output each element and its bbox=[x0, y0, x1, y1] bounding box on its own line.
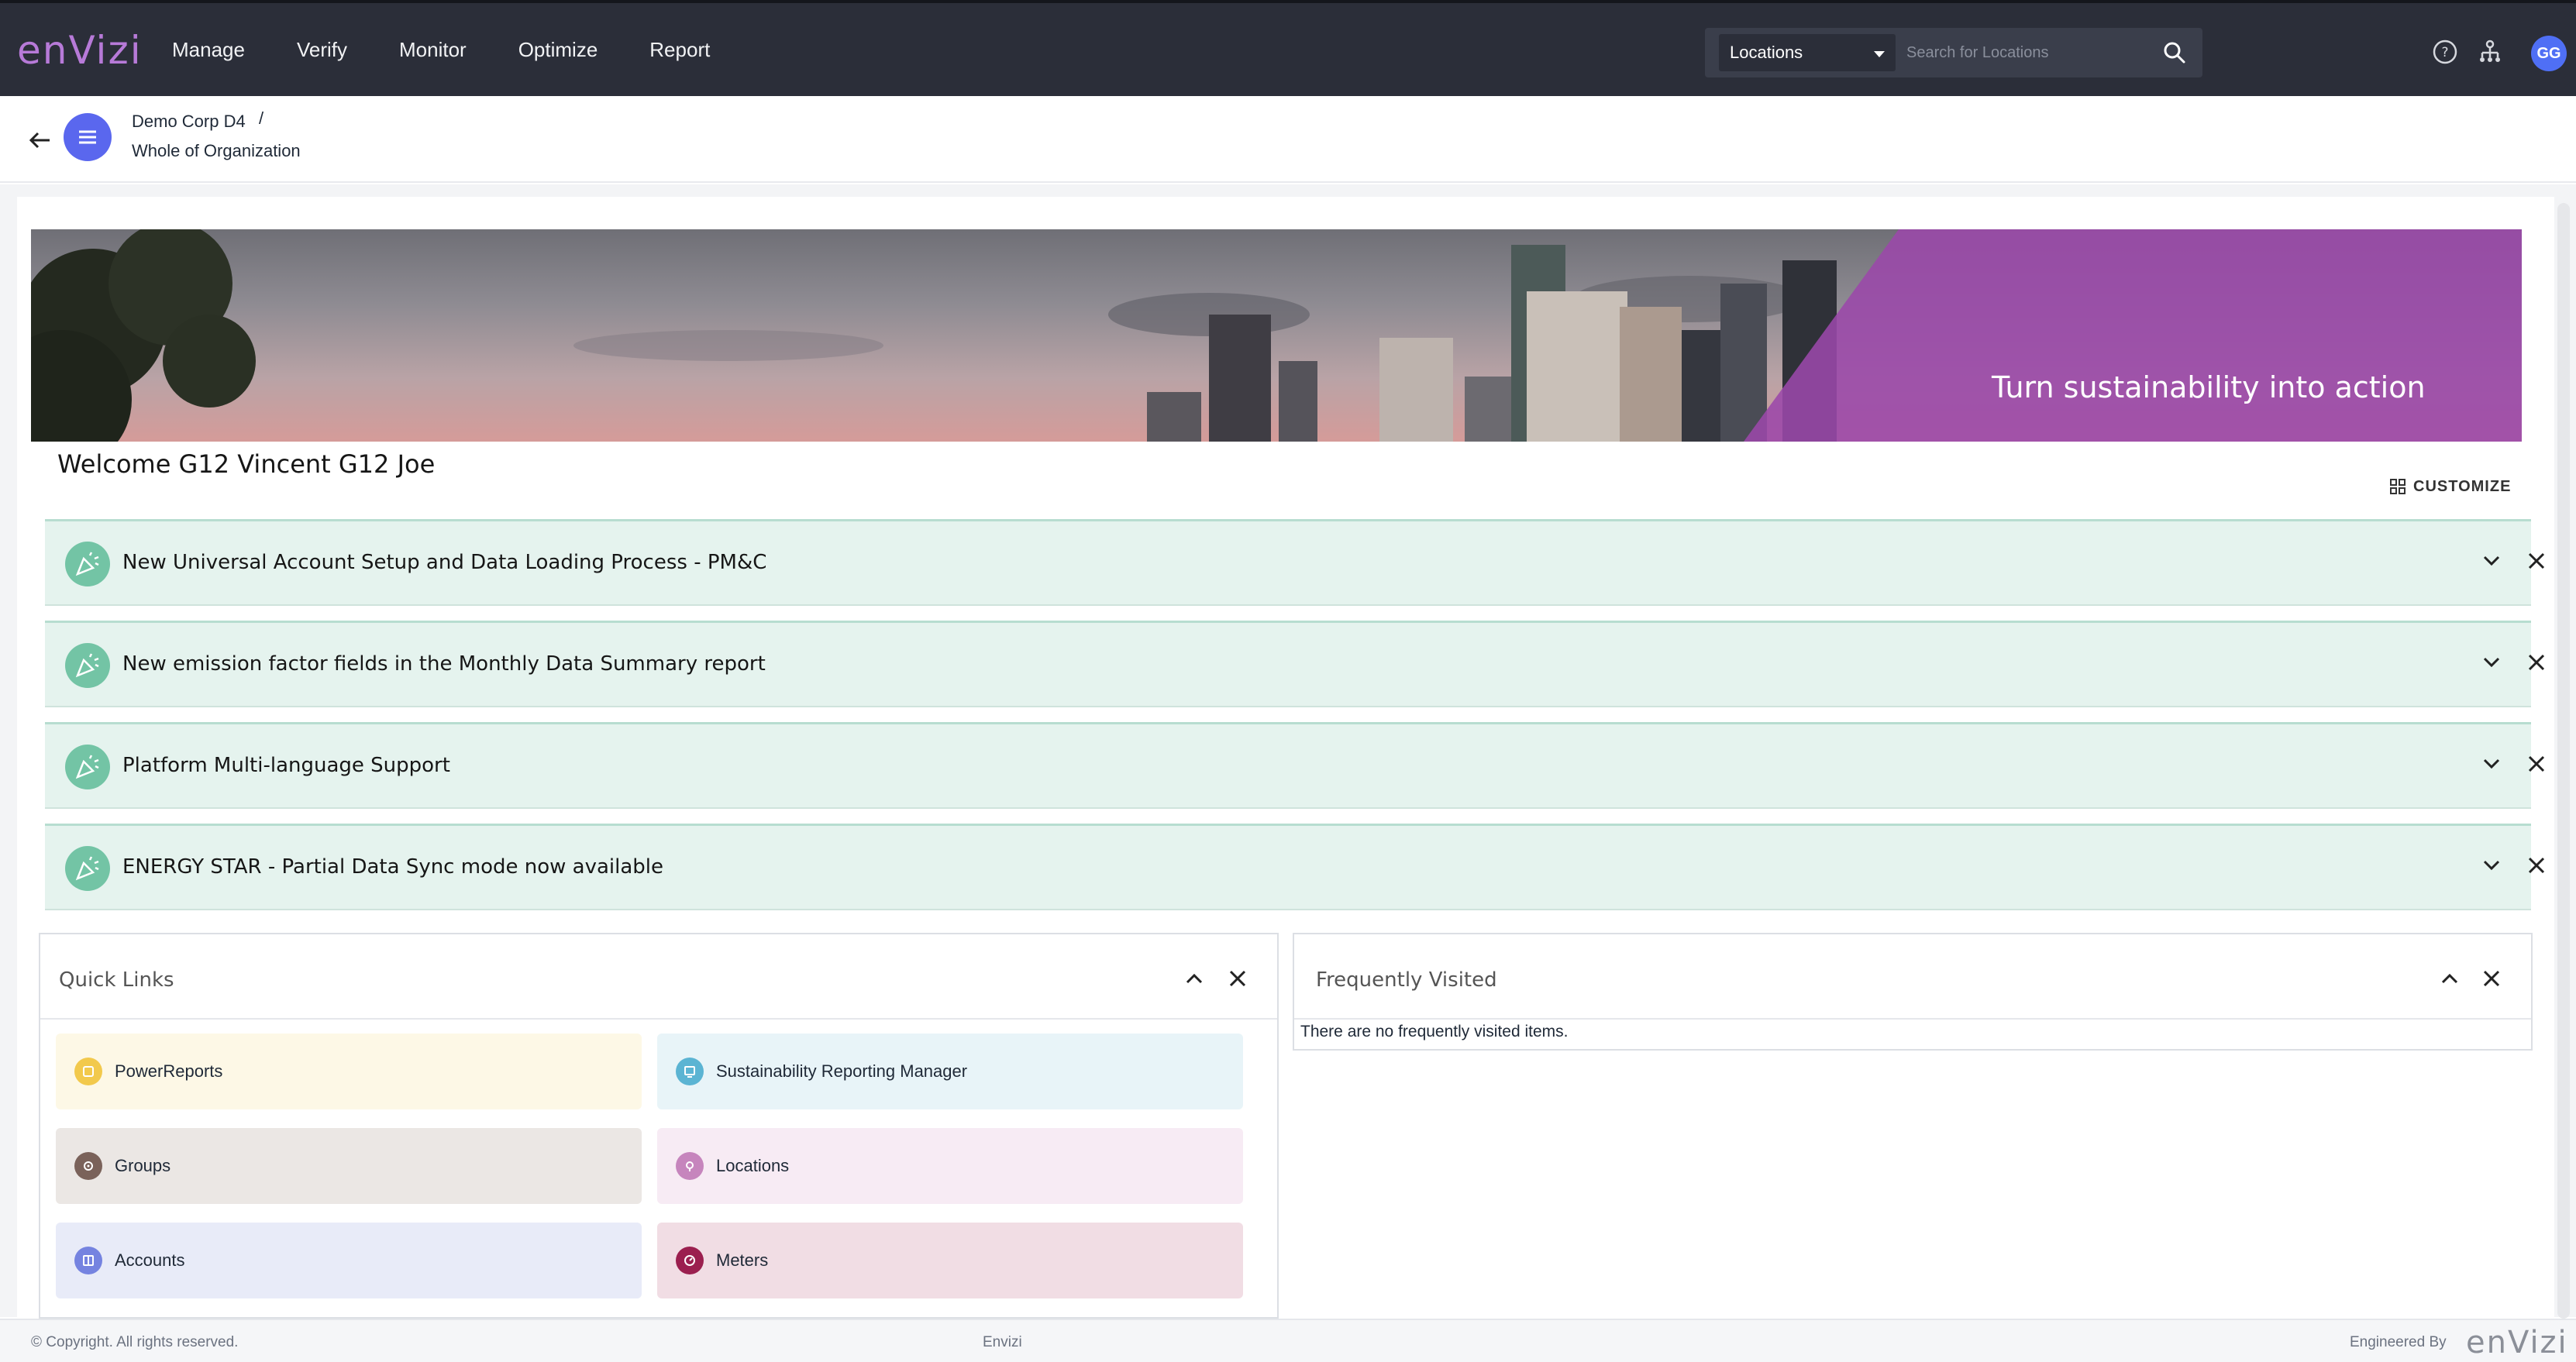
close-icon[interactable] bbox=[1226, 967, 1249, 990]
org-hierarchy-icon[interactable] bbox=[2477, 39, 2503, 65]
announcement-row[interactable]: New emission factor fields in the Monthl… bbox=[45, 621, 2545, 707]
search-bar: Locations bbox=[1705, 28, 2202, 77]
location-pin-icon bbox=[676, 1152, 704, 1180]
menu-icon bbox=[79, 130, 96, 144]
caret-down-icon bbox=[1874, 51, 1885, 57]
chevron-down-icon[interactable] bbox=[2480, 651, 2503, 674]
user-avatar[interactable]: GG bbox=[2531, 36, 2567, 71]
quick-link-label: Meters bbox=[716, 1250, 769, 1270]
hero-banner: Turn sustainability into action bbox=[31, 229, 2522, 442]
close-icon[interactable] bbox=[2480, 967, 2503, 990]
celebration-icon bbox=[65, 846, 110, 891]
search-icon[interactable] bbox=[2162, 40, 2187, 65]
nav-verify[interactable]: Verify bbox=[297, 38, 347, 62]
announcement-row[interactable]: Platform Multi-language Support bbox=[45, 722, 2545, 809]
announcement-title: New Universal Account Setup and Data Loa… bbox=[122, 551, 767, 574]
meter-gauge-icon bbox=[676, 1247, 704, 1274]
widget-divider bbox=[1294, 1018, 2531, 1020]
search-scope-value: Locations bbox=[1730, 43, 1803, 62]
quick-link-label: Groups bbox=[115, 1156, 171, 1175]
close-icon[interactable] bbox=[2525, 854, 2548, 877]
close-icon[interactable] bbox=[2525, 752, 2548, 776]
close-icon[interactable] bbox=[2525, 651, 2548, 674]
close-icon[interactable] bbox=[2525, 549, 2548, 573]
banner-tagline: Turn sustainability into action bbox=[1992, 370, 2426, 404]
search-scope-select[interactable]: Locations bbox=[1719, 34, 1896, 71]
frequently-visited-widget: Frequently Visited There are no frequent… bbox=[1293, 933, 2533, 1051]
celebration-icon bbox=[65, 745, 110, 789]
announcement-row[interactable]: New Universal Account Setup and Data Loa… bbox=[45, 519, 2545, 606]
quick-links-widget: Quick Links PowerReports Sustainability … bbox=[39, 933, 1279, 1319]
customize-label: CUSTOMIZE bbox=[2413, 477, 2512, 495]
announcement-title: Platform Multi-language Support bbox=[122, 754, 450, 777]
quick-link-label: Locations bbox=[716, 1156, 790, 1175]
quick-link-label: Accounts bbox=[115, 1250, 185, 1270]
breadcrumb-org[interactable]: Demo Corp D4 bbox=[132, 112, 246, 132]
page-scrollbar[interactable] bbox=[2557, 203, 2570, 1319]
quick-link-locations[interactable]: Locations bbox=[657, 1128, 1243, 1204]
power-reports-icon bbox=[74, 1058, 102, 1085]
nav-optimize[interactable]: Optimize bbox=[518, 38, 598, 62]
chevron-down-icon[interactable] bbox=[2480, 752, 2503, 776]
chevron-up-icon[interactable] bbox=[2438, 967, 2461, 990]
reporting-manager-icon bbox=[676, 1058, 704, 1085]
nav-report[interactable]: Report bbox=[649, 38, 710, 62]
quick-link-powerreports[interactable]: PowerReports bbox=[56, 1034, 642, 1109]
breadcrumb-separator: / bbox=[259, 108, 264, 128]
quick-link-groups[interactable]: Groups bbox=[56, 1128, 642, 1204]
footer-product-name: Envizi bbox=[983, 1334, 1022, 1350]
frequently-visited-title: Frequently Visited bbox=[1316, 968, 1497, 992]
search-input[interactable] bbox=[1906, 34, 2147, 71]
location-menu-button[interactable] bbox=[64, 113, 112, 161]
quick-link-label: PowerReports bbox=[115, 1061, 223, 1081]
groups-icon bbox=[74, 1152, 102, 1180]
announcement-title: New emission factor fields in the Monthl… bbox=[122, 652, 766, 676]
envizi-logo[interactable]: enVizi bbox=[17, 28, 143, 73]
empty-state-message: There are no frequently visited items. bbox=[1300, 1023, 1569, 1040]
accounts-icon bbox=[74, 1247, 102, 1274]
help-icon[interactable]: ? bbox=[2432, 39, 2458, 65]
quick-link-accounts[interactable]: Accounts bbox=[56, 1223, 642, 1298]
quick-link-meters[interactable]: Meters bbox=[657, 1223, 1243, 1298]
quick-link-sustainability-reporting-manager[interactable]: Sustainability Reporting Manager bbox=[657, 1034, 1243, 1109]
chevron-down-icon[interactable] bbox=[2480, 854, 2503, 877]
quick-links-title: Quick Links bbox=[59, 968, 174, 992]
celebration-icon bbox=[65, 542, 110, 586]
announcement-title: ENERGY STAR - Partial Data Sync mode now… bbox=[122, 855, 664, 879]
grid-icon bbox=[2390, 479, 2406, 494]
chevron-up-icon[interactable] bbox=[1183, 967, 1206, 990]
footer-envizi-logo: enVizi bbox=[2466, 1325, 2568, 1360]
nav-monitor[interactable]: Monitor bbox=[399, 38, 467, 62]
chevron-down-icon[interactable] bbox=[2480, 549, 2503, 573]
celebration-icon bbox=[65, 643, 110, 688]
nav-manage[interactable]: Manage bbox=[172, 38, 245, 62]
copyright-text: © Copyright. All rights reserved. bbox=[31, 1334, 239, 1350]
main-nav: Manage Verify Monitor Optimize Report bbox=[172, 3, 762, 96]
widget-divider bbox=[40, 1018, 1277, 1020]
welcome-heading: Welcome G12 Vincent G12 Joe bbox=[57, 449, 436, 479]
page-footer: © Copyright. All rights reserved. Envizi… bbox=[0, 1319, 2576, 1362]
quick-link-label: Sustainability Reporting Manager bbox=[716, 1061, 968, 1081]
top-navigation-bar: enVizi Manage Verify Monitor Optimize Re… bbox=[0, 0, 2576, 96]
svg-text:?: ? bbox=[2441, 45, 2448, 60]
engineered-by-text: Engineered By bbox=[2350, 1334, 2447, 1350]
announcement-row[interactable]: ENERGY STAR - Partial Data Sync mode now… bbox=[45, 824, 2545, 910]
customize-button[interactable]: CUSTOMIZE bbox=[2390, 473, 2511, 500]
breadcrumb-scope: Whole of Organization bbox=[132, 141, 301, 160]
breadcrumb-bar: Demo Corp D4 / Whole of Organization bbox=[0, 96, 2576, 183]
back-arrow-icon[interactable] bbox=[26, 127, 53, 153]
